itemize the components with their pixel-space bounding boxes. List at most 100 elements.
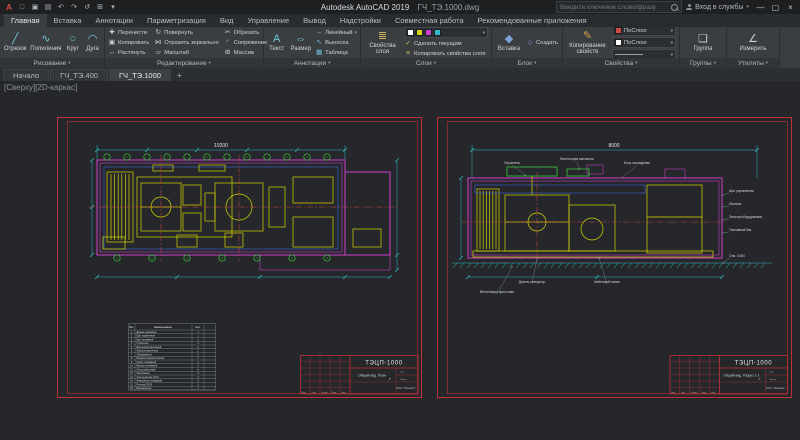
new-file-icon[interactable]: □	[16, 2, 28, 13]
match-properties-icon: ✎	[583, 30, 592, 43]
spec-row-name: Дизель-генератор	[137, 331, 158, 334]
make-current-button[interactable]: ✓ Сделать текущим	[404, 39, 488, 48]
panel-label-draw[interactable]: Рисование ▾	[0, 58, 104, 68]
file-tab-start[interactable]: Начало	[3, 69, 49, 81]
signin-caret-icon: ▾	[746, 4, 749, 10]
fillet-button[interactable]: ◜ Сопряжение	[224, 38, 268, 47]
ribbon-tab-featured-apps[interactable]: Рекомендованные приложения	[471, 14, 594, 27]
arc-button[interactable]: ◠ Дуга	[84, 28, 101, 58]
match-layer-button[interactable]: ≡ Копировать свойства слоя	[404, 49, 488, 58]
ribbon-tab-output[interactable]: Вывод	[296, 14, 333, 27]
ribbon-tab-home[interactable]: Главная	[4, 14, 47, 27]
dimension-button[interactable]: ⇔ Размер	[289, 28, 312, 58]
copy-button[interactable]: ▣ Копировать	[108, 38, 149, 47]
bubble-number: 15	[186, 258, 189, 260]
ribbon-tab-view[interactable]: Вид	[213, 14, 241, 27]
panel-label-properties[interactable]: Свойства ▾	[563, 58, 679, 68]
panel-label-layers[interactable]: Слои ▾	[361, 58, 491, 68]
spec-row-qty: 2	[197, 353, 199, 356]
file-tab-gch-te-1000[interactable]: ГЧ_ТЭ.1000	[109, 69, 171, 81]
title-block-stage: Р	[389, 377, 391, 381]
modify-caret-icon: ▾	[209, 60, 211, 66]
groups-caret-icon: ▾	[714, 60, 716, 66]
search-input[interactable]	[560, 4, 668, 11]
circle-button[interactable]: ○ Круг	[64, 28, 81, 58]
saveas-icon[interactable]: ▤	[42, 2, 54, 13]
ribbon-tab-collaborate[interactable]: Совместная работа	[388, 14, 471, 27]
rotate-button[interactable]: ↻ Повернуть	[154, 28, 219, 37]
plot-icon[interactable]: ⊞	[94, 2, 106, 13]
layer-color-chip	[416, 29, 423, 36]
spec-header: Наименование	[154, 325, 173, 329]
match-properties-button[interactable]: ✎ Копирование свойств	[566, 28, 609, 58]
linetype-caret-icon: ▾	[671, 52, 673, 58]
block-title: Блок	[518, 60, 533, 67]
spec-row-qty: 2	[197, 350, 199, 353]
scale-button[interactable]: ▱ Масштаб	[154, 48, 219, 57]
lineweight-dropdown[interactable]: ПоСлою ▾	[612, 37, 676, 48]
polyline-button[interactable]: ∿ Полилиния	[30, 28, 61, 58]
layer-dropdown[interactable]: ▾	[404, 27, 488, 38]
table-button[interactable]: ▦ Таблица	[315, 48, 357, 57]
scale-label: Масштаб	[164, 50, 189, 56]
scale-icon: ▱	[154, 49, 162, 57]
bubble-number: 12	[326, 157, 329, 159]
leader-button[interactable]: ↖ Выноска	[315, 38, 357, 47]
minimize-button[interactable]: —	[753, 1, 768, 14]
bubble-number: 7	[226, 157, 228, 159]
bubble-number: 5	[186, 157, 188, 159]
ribbon-tab-insert[interactable]: Вставка	[47, 14, 89, 27]
title-block: ТЭЦП-1000Общий вид. ПланЛистЛистовРООО "…	[301, 356, 419, 395]
panel-label-utilities[interactable]: Утилиты ▾	[727, 58, 779, 68]
model-space-canvas[interactable]: [Сверху][2D-каркас] 19200	[0, 81, 800, 440]
app-menu-icon[interactable]: A	[3, 2, 15, 13]
panel-label-annotation[interactable]: Аннотации ▾	[264, 58, 360, 68]
save-icon[interactable]: ▣	[29, 2, 41, 13]
refresh-icon[interactable]: ↺	[81, 2, 93, 13]
viewport-controls-label[interactable]: [Сверху][2D-каркас]	[4, 83, 77, 92]
drawing-sheet-section[interactable]: 8000	[437, 117, 792, 399]
mirror-button[interactable]: ⋈ Отразить зеркально	[154, 38, 219, 47]
linear-dim-button[interactable]: ⇔ Линейный ▾	[315, 28, 357, 37]
trim-button[interactable]: ✂ Обрезать	[224, 28, 268, 37]
qat-dropdown-icon[interactable]: ▾	[107, 2, 119, 13]
callout-label: Отм. 0.000	[729, 254, 745, 258]
block-caret-icon: ▾	[534, 60, 536, 66]
spec-row-name: Жалюзи приточные	[137, 350, 159, 353]
panel-label-block[interactable]: Блок ▾	[492, 58, 562, 68]
group-button[interactable]: ❏ Группа	[687, 28, 719, 58]
line-button[interactable]: ╱ Отрезок	[3, 28, 27, 58]
array-button[interactable]: ⊞ Массив	[224, 48, 268, 57]
insert-block-button[interactable]: ◆ Вставка	[495, 28, 523, 58]
ribbon-tab-annotate[interactable]: Аннотации	[88, 14, 140, 27]
layer-properties-button[interactable]: ≣ Свойства слоя	[364, 28, 401, 58]
ribbon-tab-addins[interactable]: Надстройки	[333, 14, 388, 27]
spec-row-name: Выключатель	[137, 387, 153, 390]
panel-label-modify[interactable]: Редактирование ▾	[105, 58, 263, 68]
search-box[interactable]	[556, 1, 682, 13]
mirror-icon: ⋈	[154, 39, 162, 47]
ribbon-tab-manage[interactable]: Управление	[240, 14, 296, 27]
create-block-button[interactable]: ◇ Создать	[526, 38, 558, 47]
panel-label-groups[interactable]: Группы ▾	[680, 58, 726, 68]
file-tab-gch-te-400[interactable]: ГЧ_ТЭ.400	[50, 69, 108, 81]
overall-dimension-text: 19200	[214, 143, 228, 149]
redo-icon[interactable]: ↷	[68, 2, 80, 13]
bubble-number: 8	[246, 157, 248, 159]
signin-button[interactable]: Вход в службы ▾	[686, 4, 749, 11]
close-button[interactable]: ×	[783, 1, 798, 14]
undo-icon[interactable]: ↶	[55, 2, 67, 13]
search-icon[interactable]	[671, 4, 678, 11]
leader-icon: ↖	[315, 39, 323, 47]
trim-icon: ✂	[224, 29, 232, 37]
new-drawing-tab-button[interactable]: +	[172, 71, 187, 81]
color-dropdown[interactable]: ПоСлою ▾	[612, 27, 676, 36]
measure-button[interactable]: ∠ Измерить	[735, 28, 771, 58]
stretch-button[interactable]: ↔ Растянуть	[108, 48, 149, 57]
layer-color-chip	[425, 29, 432, 36]
drawing-sheet-plan[interactable]: 19200	[57, 117, 422, 399]
ribbon-tab-parametric[interactable]: Параметризация	[140, 14, 213, 27]
maximize-button[interactable]: ▢	[768, 1, 783, 14]
text-button[interactable]: A Текст	[267, 28, 286, 58]
move-button[interactable]: ✚ Перенести	[108, 28, 149, 37]
